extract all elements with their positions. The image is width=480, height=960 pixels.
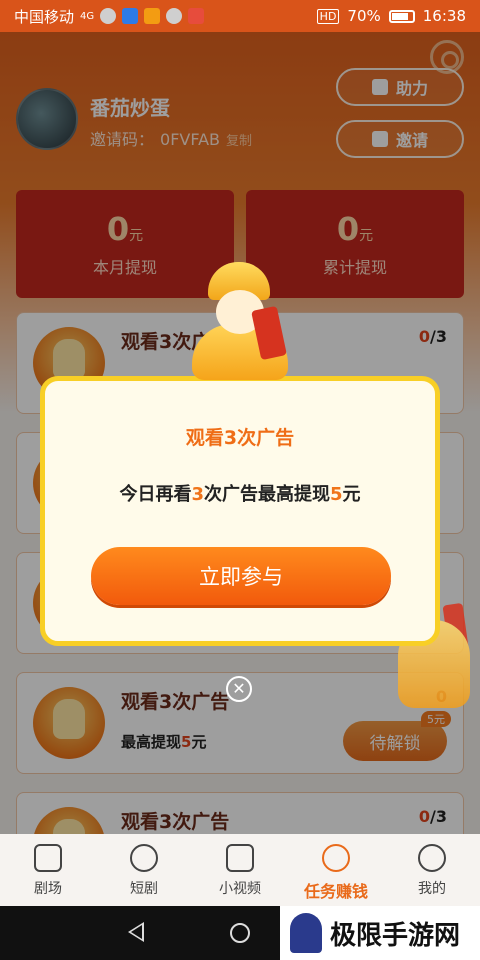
tab-label: 剧场 [34, 881, 62, 897]
wifi-icon [100, 8, 117, 24]
close-icon[interactable]: ✕ [226, 676, 252, 702]
tab-theater[interactable]: 剧场 [0, 834, 96, 906]
battery-percent: 70% [347, 7, 381, 25]
tab-mine[interactable]: 我的 [384, 834, 480, 906]
tab-label: 小视频 [219, 881, 261, 897]
network-label: 4G [80, 10, 95, 22]
status-bar: 中国移动 4G HD 70% 16:38 [0, 0, 480, 32]
location-icon [188, 8, 205, 24]
play-icon [130, 844, 158, 872]
dialog-description: 今日再看3次广告最高提现5元 [119, 484, 361, 505]
back-icon[interactable] [128, 922, 144, 942]
dialog-title: 观看3次广告 [185, 427, 295, 449]
film-icon [34, 844, 62, 872]
person-icon [418, 844, 446, 872]
watermark: 极限手游网 [280, 906, 480, 960]
message-icon [166, 8, 183, 24]
watermark-logo-icon [290, 913, 322, 953]
tab-short-drama[interactable]: 短剧 [96, 834, 192, 906]
tab-earn-money[interactable]: 任务赚钱 [288, 834, 384, 906]
home-icon[interactable] [230, 923, 250, 943]
fortune-god-mascot [186, 262, 296, 382]
money-hand-icon [322, 844, 350, 872]
app-notification-icon [144, 8, 161, 24]
video-camera-icon [226, 844, 254, 872]
bottom-tab-bar: 剧场 短剧 小视频 任务赚钱 我的 [0, 834, 480, 906]
clock: 16:38 [422, 7, 466, 25]
ad-task-dialog: 观看3次广告 今日再看3次广告最高提现5元 立即参与 [40, 376, 440, 646]
carrier-label: 中国移动 [14, 7, 75, 26]
battery-icon [388, 9, 415, 23]
hd-label: HD [316, 8, 340, 24]
app-notification-icon [122, 8, 139, 24]
join-now-button[interactable]: 立即参与 [91, 547, 391, 605]
tab-label: 我的 [418, 881, 446, 897]
tab-label: 任务赚钱 [303, 882, 368, 901]
watermark-text: 极限手游网 [330, 920, 461, 951]
tab-label: 短剧 [130, 881, 158, 897]
tab-short-video[interactable]: 小视频 [192, 834, 288, 906]
